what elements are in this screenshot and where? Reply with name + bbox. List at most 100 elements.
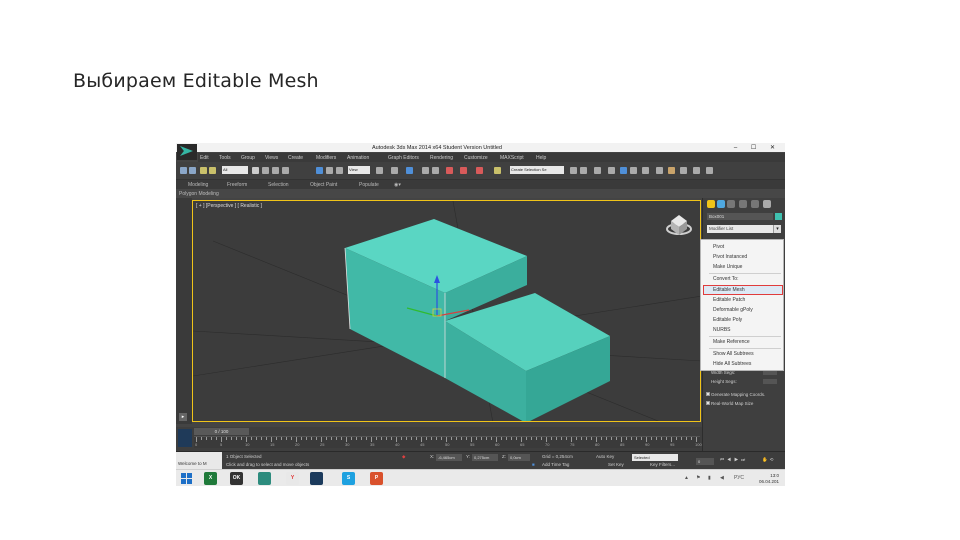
popup-item-pivot[interactable]: Pivot <box>713 244 724 250</box>
popup-item-make-unique[interactable]: Make Unique <box>713 264 742 270</box>
auto-key-button[interactable]: Auto Key <box>596 454 614 459</box>
percent-snap-icon[interactable] <box>446 167 453 174</box>
render-production-icon[interactable] <box>693 167 700 174</box>
menu-modifiers[interactable]: Modifiers <box>316 155 336 161</box>
popup-item-editable-mesh[interactable]: Editable Mesh <box>713 287 745 293</box>
pivot-icon[interactable] <box>376 167 383 174</box>
popup-item-deformable-gpoly[interactable]: Deformable gPoly <box>713 307 753 313</box>
tray-language[interactable]: РУС <box>734 475 744 481</box>
viewcube-icon[interactable] <box>666 215 692 235</box>
menu-edit[interactable]: Edit <box>200 155 209 161</box>
popup-item-editable-patch[interactable]: Editable Patch <box>713 297 745 303</box>
3dsmax-taskbar-icon[interactable] <box>258 472 271 485</box>
track-bar[interactable]: 0 5 10 15 20 25 30 35 40 45 50 55 60 65 70 75 80 85 90 95 10… <box>194 436 702 448</box>
window-controls[interactable]: – ☐ ✕ <box>734 144 781 151</box>
spinner-snap-icon[interactable] <box>460 167 467 174</box>
tab-modeling[interactable]: Modeling <box>188 182 208 188</box>
hierarchy-tab-icon[interactable] <box>727 200 735 208</box>
render-frame-icon[interactable] <box>668 167 675 174</box>
display-tab-icon[interactable] <box>751 200 759 208</box>
z-coord-field[interactable]: 0,0cm <box>508 454 530 461</box>
tab-freeform[interactable]: Freeform <box>227 182 247 188</box>
height-segs-spinner[interactable] <box>763 379 777 384</box>
popup-item-show-subtrees[interactable]: Show All Subtrees <box>713 351 754 357</box>
layer-icon[interactable] <box>594 167 601 174</box>
render-setup-icon[interactable] <box>656 167 663 174</box>
tray-flag-icon[interactable]: ⚑ <box>696 475 700 481</box>
excel-icon[interactable]: X <box>204 472 217 485</box>
lock-icon[interactable]: ◆ <box>402 454 405 460</box>
tab-object-paint[interactable]: Object Paint <box>310 182 337 188</box>
object-name-field[interactable]: Box001 <box>707 213 773 220</box>
material-editor-icon[interactable] <box>642 167 649 174</box>
motion-tab-icon[interactable] <box>739 200 747 208</box>
maxscript-listener[interactable]: Welcome to M <box>176 452 222 470</box>
move-icon[interactable] <box>316 167 323 174</box>
yandex-browser-icon[interactable]: Y <box>286 472 299 485</box>
current-frame-field[interactable]: 0 <box>696 458 714 465</box>
tab-selection[interactable]: Selection <box>268 182 289 188</box>
align-icon[interactable] <box>580 167 587 174</box>
modify-tab-icon[interactable] <box>717 200 725 208</box>
popup-item-nurbs[interactable]: NURBS <box>713 327 731 333</box>
named-selection-dropdown[interactable]: Create Selection Se <box>510 166 564 174</box>
menu-customize[interactable]: Customize <box>464 155 488 161</box>
tray-volume-icon[interactable]: ◀ <box>720 475 724 481</box>
y-coord-field[interactable]: 0,275cm <box>472 454 498 461</box>
time-slider[interactable]: 0 / 100 <box>194 428 249 435</box>
popup-item-editable-poly[interactable]: Editable Poly <box>713 317 742 323</box>
menu-create[interactable]: Create <box>288 155 303 161</box>
menu-maxscript[interactable]: MAXScript <box>500 155 524 161</box>
windows-start-icon[interactable] <box>180 472 193 485</box>
add-time-tag[interactable]: Add Time Tag <box>542 462 569 467</box>
select-manipulate-icon[interactable] <box>391 167 398 174</box>
tray-up-arrow-icon[interactable]: ▲ <box>684 475 689 481</box>
render-iterative-icon[interactable] <box>706 167 713 174</box>
chevron-down-icon[interactable]: ▾ <box>773 225 781 233</box>
x-coord-field[interactable]: -6,465cm <box>436 454 462 461</box>
render-icon[interactable] <box>680 167 687 174</box>
selection-filter-dropdown[interactable]: All <box>222 166 248 174</box>
scale-icon[interactable] <box>336 167 343 174</box>
unlink-icon[interactable] <box>209 167 216 174</box>
selection-region-icon[interactable] <box>272 167 279 174</box>
menu-animation[interactable]: Animation <box>347 155 369 161</box>
menu-graph-editors[interactable]: Graph Editors <box>388 155 419 161</box>
maxscript-mini-icon[interactable] <box>178 429 192 447</box>
link-icon[interactable] <box>200 167 207 174</box>
perspective-viewport[interactable]: [ + ] [Perspective ] [ Realistic ] <box>192 200 701 422</box>
snaps-toggle-icon[interactable] <box>422 167 429 174</box>
window-crossing-icon[interactable] <box>282 167 289 174</box>
utilities-tab-icon[interactable] <box>763 200 771 208</box>
media-app-icon[interactable]: OK <box>230 472 243 485</box>
box-low[interactable] <box>445 293 610 422</box>
modifier-list-dropdown[interactable]: Modifier List <box>707 225 779 233</box>
set-key-button[interactable]: Set Key <box>608 462 624 467</box>
viewport-nav-icons[interactable]: ✋⟲ <box>762 457 775 463</box>
named-sel-icon[interactable] <box>494 167 501 174</box>
popup-item-hide-subtrees[interactable]: Hide All Subtrees <box>713 361 751 367</box>
key-filters-button[interactable]: Key Filters... <box>650 462 675 467</box>
skype-icon[interactable]: S <box>342 472 355 485</box>
menu-tools[interactable]: Tools <box>219 155 231 161</box>
select-object-icon[interactable] <box>252 167 259 174</box>
mirror-icon[interactable] <box>570 167 577 174</box>
undo-icon[interactable] <box>180 167 187 174</box>
redo-icon[interactable] <box>189 167 196 174</box>
menu-help[interactable]: Help <box>536 155 546 161</box>
create-tab-icon[interactable] <box>707 200 715 208</box>
expand-arrow-icon[interactable]: ▸ <box>179 413 187 421</box>
ribbon-panel-label[interactable]: Polygon Modeling <box>179 191 219 197</box>
popup-item-pivot-instanced[interactable]: Pivot Instanced <box>713 254 747 260</box>
real-world-checkbox[interactable] <box>706 401 710 405</box>
tab-populate[interactable]: Populate <box>359 182 379 188</box>
object-color-swatch[interactable] <box>775 213 782 220</box>
tray-network-icon[interactable]: ▮ <box>708 475 711 481</box>
graphite-icon[interactable] <box>608 167 615 174</box>
menu-views[interactable]: Views <box>265 155 278 161</box>
tray-clock[interactable]: 13:0 06.04.201 <box>759 473 779 484</box>
powerpoint-icon[interactable]: P <box>370 472 383 485</box>
playback-controls[interactable]: ⏮◀▶⏭ <box>720 457 748 462</box>
steam-icon[interactable] <box>310 472 323 485</box>
menu-rendering[interactable]: Rendering <box>430 155 453 161</box>
